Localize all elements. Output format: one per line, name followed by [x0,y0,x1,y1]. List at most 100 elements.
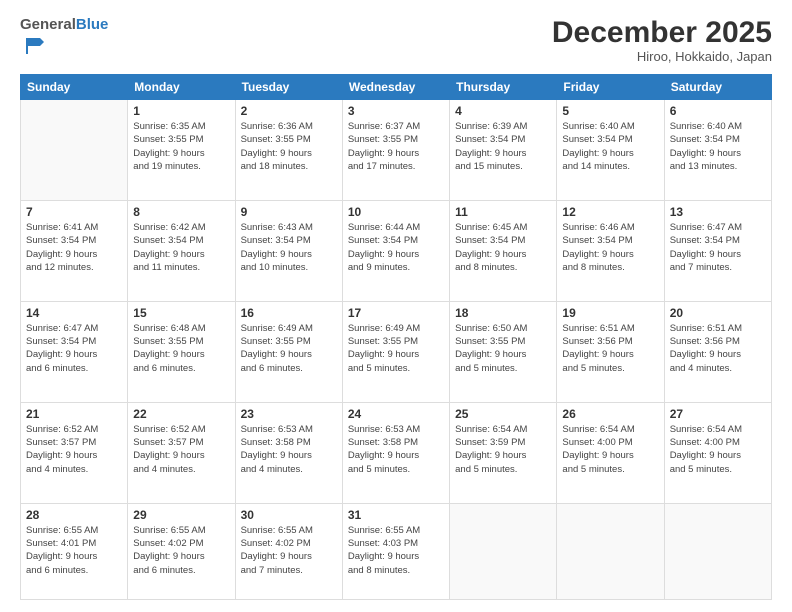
day-number: 29 [133,508,229,522]
logo-blue: Blue [76,16,109,33]
header: GeneralBlue December 2025 Hiroo, Hokkaid… [20,16,772,64]
col-wednesday: Wednesday [342,75,449,100]
day-number: 10 [348,205,444,219]
calendar-week-row-1: 1 Sunrise: 6:35 AMSunset: 3:55 PMDaylight… [21,100,772,201]
day-number: 17 [348,306,444,320]
day-info: Sunrise: 6:36 AMSunset: 3:55 PMDaylight:… [241,120,337,173]
day-number: 27 [670,407,766,421]
day-info: Sunrise: 6:47 AMSunset: 3:54 PMDaylight:… [26,322,122,375]
day-number: 2 [241,104,337,118]
day-number: 15 [133,306,229,320]
day-number: 24 [348,407,444,421]
calendar-table: Sunday Monday Tuesday Wednesday Thursday… [20,74,772,600]
col-tuesday: Tuesday [235,75,342,100]
calendar-cell: 31Sunrise: 6:55 AMSunset: 4:03 PMDayligh… [342,503,449,599]
day-info: Sunrise: 6:46 AMSunset: 3:54 PMDaylight:… [562,221,658,274]
col-sunday: Sunday [21,75,128,100]
day-info: Sunrise: 6:47 AMSunset: 3:54 PMDaylight:… [670,221,766,274]
calendar-cell: 22Sunrise: 6:52 AMSunset: 3:57 PMDayligh… [128,402,235,503]
day-info: Sunrise: 6:55 AMSunset: 4:02 PMDaylight:… [133,524,229,577]
day-number: 22 [133,407,229,421]
day-info: Sunrise: 6:54 AMSunset: 4:00 PMDaylight:… [670,423,766,476]
calendar-cell: 8 Sunrise: 6:42 AMSunset: 3:54 PMDaylight… [128,200,235,301]
day-info: Sunrise: 6:55 AMSunset: 4:02 PMDaylight:… [241,524,337,577]
day-info: Sunrise: 6:49 AMSunset: 3:55 PMDaylight:… [241,322,337,375]
calendar-cell: 12 Sunrise: 6:46 AMSunset: 3:54 PMDayligh… [557,200,664,301]
calendar-cell: 9 Sunrise: 6:43 AMSunset: 3:54 PMDaylight… [235,200,342,301]
day-number: 6 [670,104,766,118]
day-number: 13 [670,205,766,219]
calendar-cell: 2 Sunrise: 6:36 AMSunset: 3:55 PMDaylight… [235,100,342,201]
day-number: 16 [241,306,337,320]
day-number: 18 [455,306,551,320]
day-info: Sunrise: 6:40 AMSunset: 3:54 PMDaylight:… [562,120,658,173]
calendar-cell: 13 Sunrise: 6:47 AMSunset: 3:54 PMDayligh… [664,200,771,301]
calendar-header-row: Sunday Monday Tuesday Wednesday Thursday… [21,75,772,100]
day-number: 25 [455,407,551,421]
calendar-cell: 26 Sunrise: 6:54 AMSunset: 4:00 PMDayligh… [557,402,664,503]
calendar-cell: 3Sunrise: 6:37 AMSunset: 3:55 PMDaylight… [342,100,449,201]
day-info: Sunrise: 6:55 AMSunset: 4:01 PMDaylight:… [26,524,122,577]
calendar-cell [21,100,128,201]
calendar-cell: 5 Sunrise: 6:40 AMSunset: 3:54 PMDaylight… [557,100,664,201]
col-thursday: Thursday [450,75,557,100]
calendar-cell: 23Sunrise: 6:53 AMSunset: 3:58 PMDayligh… [235,402,342,503]
day-number: 14 [26,306,122,320]
day-number: 26 [562,407,658,421]
day-number: 5 [562,104,658,118]
col-saturday: Saturday [664,75,771,100]
calendar-cell: 7Sunrise: 6:41 AMSunset: 3:54 PMDaylight… [21,200,128,301]
calendar-cell: 14 Sunrise: 6:47 AMSunset: 3:54 PMDayligh… [21,301,128,402]
logo-icon [22,34,44,56]
calendar-cell: 30Sunrise: 6:55 AMSunset: 4:02 PMDayligh… [235,503,342,599]
day-info: Sunrise: 6:49 AMSunset: 3:55 PMDaylight:… [348,322,444,375]
day-number: 11 [455,205,551,219]
day-info: Sunrise: 6:52 AMSunset: 3:57 PMDaylight:… [26,423,122,476]
calendar-cell: 10Sunrise: 6:44 AMSunset: 3:54 PMDayligh… [342,200,449,301]
day-number: 19 [562,306,658,320]
calendar-cell: 28Sunrise: 6:55 AMSunset: 4:01 PMDayligh… [21,503,128,599]
calendar-cell: 15Sunrise: 6:48 AMSunset: 3:55 PMDayligh… [128,301,235,402]
location: Hiroo, Hokkaido, Japan [552,49,772,64]
day-info: Sunrise: 6:50 AMSunset: 3:55 PMDaylight:… [455,322,551,375]
calendar-cell: 11 Sunrise: 6:45 AMSunset: 3:54 PMDayligh… [450,200,557,301]
day-info: Sunrise: 6:41 AMSunset: 3:54 PMDaylight:… [26,221,122,274]
day-info: Sunrise: 6:40 AMSunset: 3:54 PMDaylight:… [670,120,766,173]
calendar-cell: 16 Sunrise: 6:49 AMSunset: 3:55 PMDayligh… [235,301,342,402]
day-info: Sunrise: 6:53 AMSunset: 3:58 PMDaylight:… [241,423,337,476]
day-info: Sunrise: 6:45 AMSunset: 3:54 PMDaylight:… [455,221,551,274]
calendar-week-row-4: 21 Sunrise: 6:52 AMSunset: 3:57 PMDayligh… [21,402,772,503]
month-title: December 2025 [552,16,772,49]
calendar-cell: 18 Sunrise: 6:50 AMSunset: 3:55 PMDayligh… [450,301,557,402]
day-number: 12 [562,205,658,219]
calendar-cell: 29 Sunrise: 6:55 AMSunset: 4:02 PMDayligh… [128,503,235,599]
day-number: 20 [670,306,766,320]
day-info: Sunrise: 6:35 AMSunset: 3:55 PMDaylight:… [133,120,229,173]
title-block: December 2025 Hiroo, Hokkaido, Japan [552,16,772,64]
calendar-cell: 20 Sunrise: 6:51 AMSunset: 3:56 PMDayligh… [664,301,771,402]
day-info: Sunrise: 6:51 AMSunset: 3:56 PMDaylight:… [670,322,766,375]
calendar-cell: 25 Sunrise: 6:54 AMSunset: 3:59 PMDayligh… [450,402,557,503]
calendar-cell [557,503,664,599]
calendar-week-row-3: 14 Sunrise: 6:47 AMSunset: 3:54 PMDayligh… [21,301,772,402]
day-info: Sunrise: 6:54 AMSunset: 4:00 PMDaylight:… [562,423,658,476]
day-info: Sunrise: 6:42 AMSunset: 3:54 PMDaylight:… [133,221,229,274]
day-info: Sunrise: 6:39 AMSunset: 3:54 PMDaylight:… [455,120,551,173]
logo-general: General [20,16,76,33]
day-info: Sunrise: 6:37 AMSunset: 3:55 PMDaylight:… [348,120,444,173]
day-number: 1 [133,104,229,118]
day-number: 8 [133,205,229,219]
day-info: Sunrise: 6:55 AMSunset: 4:03 PMDaylight:… [348,524,444,577]
calendar-cell: 6 Sunrise: 6:40 AMSunset: 3:54 PMDaylight… [664,100,771,201]
day-number: 21 [26,407,122,421]
day-info: Sunrise: 6:43 AMSunset: 3:54 PMDaylight:… [241,221,337,274]
calendar-week-row-2: 7Sunrise: 6:41 AMSunset: 3:54 PMDaylight… [21,200,772,301]
day-number: 9 [241,205,337,219]
col-friday: Friday [557,75,664,100]
day-info: Sunrise: 6:53 AMSunset: 3:58 PMDaylight:… [348,423,444,476]
day-info: Sunrise: 6:51 AMSunset: 3:56 PMDaylight:… [562,322,658,375]
logo: GeneralBlue [20,16,108,59]
day-number: 4 [455,104,551,118]
col-monday: Monday [128,75,235,100]
day-info: Sunrise: 6:54 AMSunset: 3:59 PMDaylight:… [455,423,551,476]
